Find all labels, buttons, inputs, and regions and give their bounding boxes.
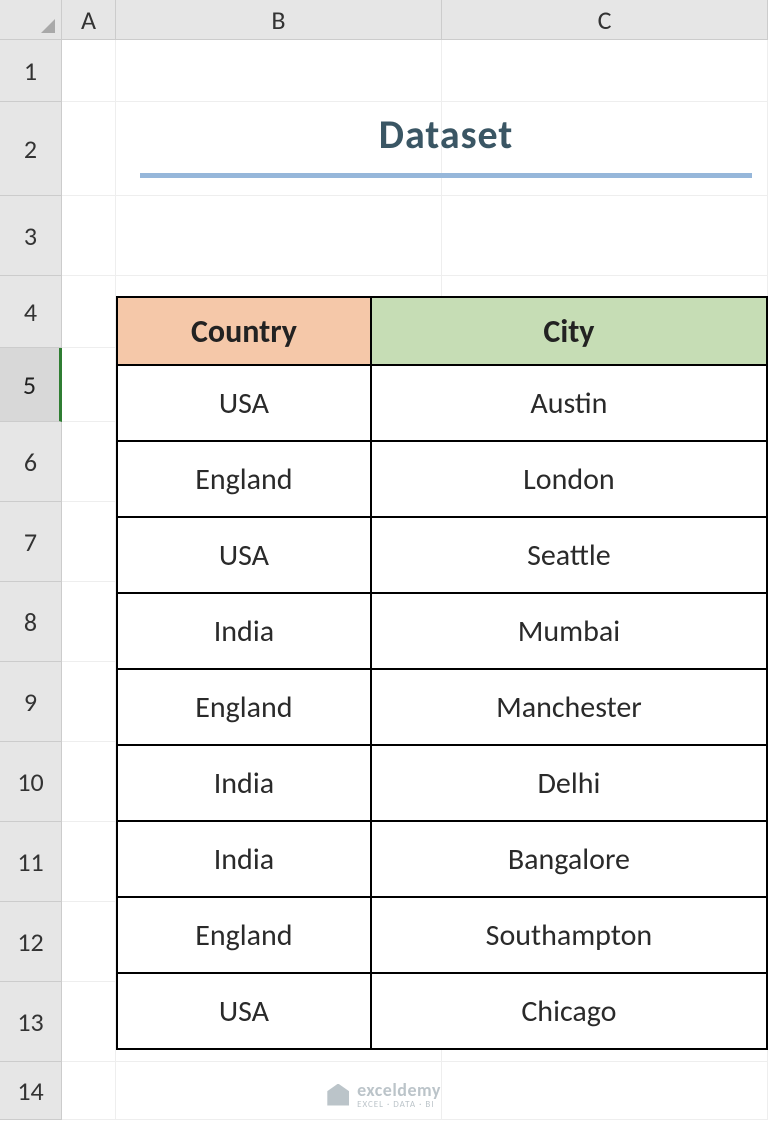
row-header-5[interactable]: 5 bbox=[0, 348, 62, 422]
cell-C11[interactable] bbox=[442, 822, 768, 902]
cell-B9[interactable] bbox=[116, 662, 442, 742]
cell-A2[interactable] bbox=[62, 102, 116, 196]
col-header-B[interactable]: B bbox=[116, 0, 442, 40]
row-header-11[interactable]: 11 bbox=[0, 822, 62, 902]
cell-B6[interactable] bbox=[116, 422, 442, 502]
cell-A1[interactable] bbox=[62, 40, 116, 102]
cell-C8[interactable] bbox=[442, 582, 768, 662]
row-header-12[interactable]: 12 bbox=[0, 902, 62, 982]
spreadsheet-grid: A B C 1 2 3 4 5 6 7 8 9 10 11 12 13 bbox=[0, 0, 768, 1120]
cell-B10[interactable] bbox=[116, 742, 442, 822]
cell-B5[interactable] bbox=[116, 348, 442, 422]
cell-A14[interactable] bbox=[62, 1062, 116, 1120]
cell-B8[interactable] bbox=[116, 582, 442, 662]
cell-A10[interactable] bbox=[62, 742, 116, 822]
cell-B7[interactable] bbox=[116, 502, 442, 582]
cell-B2[interactable] bbox=[116, 102, 442, 196]
cell-C10[interactable] bbox=[442, 742, 768, 822]
cell-C3[interactable] bbox=[442, 196, 768, 276]
row-header-6[interactable]: 6 bbox=[0, 422, 62, 502]
row-header-7[interactable]: 7 bbox=[0, 502, 62, 582]
col-header-C[interactable]: C bbox=[442, 0, 768, 40]
cell-C5[interactable] bbox=[442, 348, 768, 422]
row-header-10[interactable]: 10 bbox=[0, 742, 62, 822]
cell-C4[interactable] bbox=[442, 276, 768, 348]
select-all-corner[interactable] bbox=[0, 0, 62, 40]
row-header-1[interactable]: 1 bbox=[0, 40, 62, 102]
row-header-4[interactable]: 4 bbox=[0, 276, 62, 348]
cell-C9[interactable] bbox=[442, 662, 768, 742]
row-header-8[interactable]: 8 bbox=[0, 582, 62, 662]
cell-A3[interactable] bbox=[62, 196, 116, 276]
cell-B3[interactable] bbox=[116, 196, 442, 276]
cell-B12[interactable] bbox=[116, 902, 442, 982]
col-header-A[interactable]: A bbox=[62, 0, 116, 40]
cell-B11[interactable] bbox=[116, 822, 442, 902]
cell-C13[interactable] bbox=[442, 982, 768, 1062]
cell-C1[interactable] bbox=[442, 40, 768, 102]
cell-A9[interactable] bbox=[62, 662, 116, 742]
cell-A8[interactable] bbox=[62, 582, 116, 662]
cell-C14[interactable] bbox=[442, 1062, 768, 1120]
cell-A5[interactable] bbox=[62, 348, 116, 422]
cell-A13[interactable] bbox=[62, 982, 116, 1062]
cell-A4[interactable] bbox=[62, 276, 116, 348]
row-header-13[interactable]: 13 bbox=[0, 982, 62, 1062]
cell-A11[interactable] bbox=[62, 822, 116, 902]
cell-B4[interactable] bbox=[116, 276, 442, 348]
row-header-14[interactable]: 14 bbox=[0, 1062, 62, 1120]
cell-C7[interactable] bbox=[442, 502, 768, 582]
row-header-9[interactable]: 9 bbox=[0, 662, 62, 742]
cell-C2[interactable] bbox=[442, 102, 768, 196]
row-header-2[interactable]: 2 bbox=[0, 102, 62, 196]
cell-A12[interactable] bbox=[62, 902, 116, 982]
cell-C12[interactable] bbox=[442, 902, 768, 982]
cell-A6[interactable] bbox=[62, 422, 116, 502]
cell-A7[interactable] bbox=[62, 502, 116, 582]
cell-B1[interactable] bbox=[116, 40, 442, 102]
cell-C6[interactable] bbox=[442, 422, 768, 502]
row-header-3[interactable]: 3 bbox=[0, 196, 62, 276]
cell-B13[interactable] bbox=[116, 982, 442, 1062]
cell-B14[interactable] bbox=[116, 1062, 442, 1120]
